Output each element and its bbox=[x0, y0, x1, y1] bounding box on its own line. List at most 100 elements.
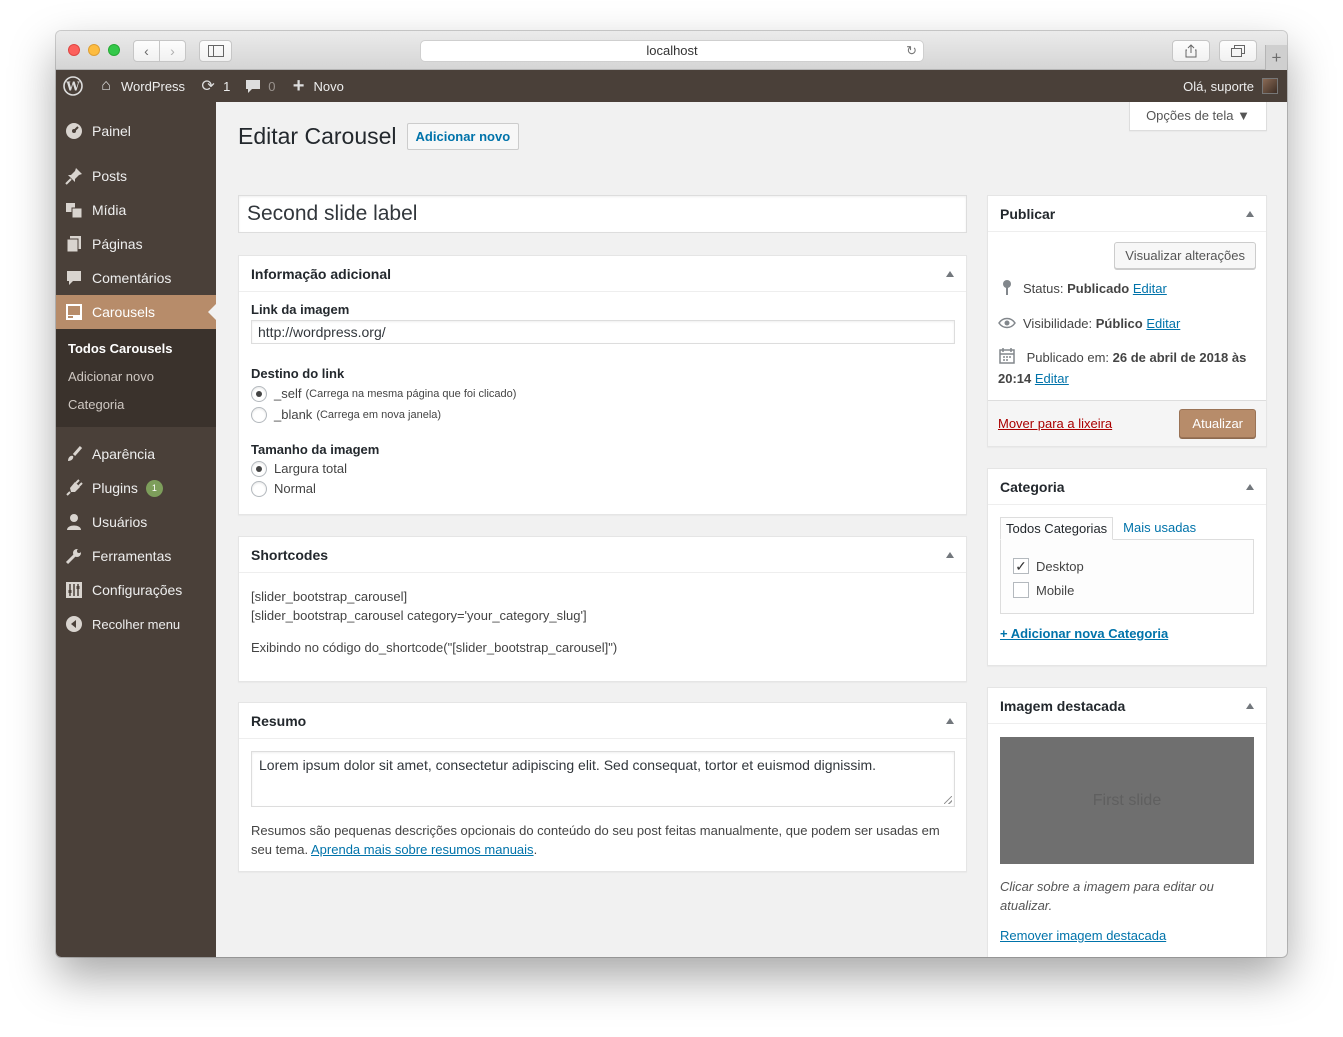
menu-item-aparencia[interactable]: Aparência bbox=[56, 437, 216, 471]
menu-item-paginas[interactable]: Páginas bbox=[56, 227, 216, 261]
minimize-window-button[interactable] bbox=[88, 44, 100, 56]
toggle-arrow-icon[interactable] bbox=[946, 551, 954, 558]
collapse-menu-button[interactable]: Recolher menu bbox=[56, 607, 216, 641]
show-tabs-button[interactable] bbox=[1219, 40, 1257, 62]
visibility-row: Visibilidade: Público Editar bbox=[998, 314, 1256, 334]
menu-item-usuarios[interactable]: Usuários bbox=[56, 505, 216, 539]
excerpt-learn-more-link[interactable]: Aprenda mais sobre resumos manuais bbox=[311, 842, 534, 857]
box-title: Shortcodes bbox=[251, 546, 329, 563]
box-header[interactable]: Categoria bbox=[988, 469, 1266, 505]
category-option-desktop[interactable]: ✓ Desktop bbox=[1013, 554, 1241, 578]
featured-image-thumbnail[interactable]: First slide bbox=[1000, 737, 1254, 864]
target-blank-option[interactable]: _blank (Carrega em nova janela) bbox=[251, 404, 954, 425]
share-button[interactable] bbox=[1172, 40, 1210, 62]
excerpt-textarea[interactable]: Lorem ipsum dolor sit amet, consectetur … bbox=[251, 751, 955, 807]
greeting: Olá, suporte bbox=[1183, 78, 1254, 94]
menu-label: Comentários bbox=[92, 270, 172, 286]
toggle-arrow-icon[interactable] bbox=[946, 717, 954, 724]
box-header[interactable]: Informação adicional bbox=[239, 256, 966, 292]
size-normal-label: Normal bbox=[274, 481, 316, 496]
reload-icon[interactable]: ↻ bbox=[906, 41, 917, 61]
image-link-input[interactable]: http://wordpress.org/ bbox=[251, 320, 955, 344]
category-option-mobile[interactable]: Mobile bbox=[1013, 578, 1241, 602]
toggle-arrow-icon[interactable] bbox=[1246, 483, 1254, 490]
edit-date-link[interactable]: Editar bbox=[1035, 371, 1069, 386]
comments-menu[interactable]: 0 bbox=[237, 70, 282, 102]
main-content: Opções de tela ▼ Editar Carousel Adicion… bbox=[216, 102, 1287, 957]
link-label: Link da imagem bbox=[251, 302, 350, 317]
submenu-item-adicionar[interactable]: Adicionar novo bbox=[56, 363, 216, 391]
radio-blank[interactable] bbox=[251, 406, 267, 423]
svg-text:W: W bbox=[65, 80, 80, 94]
menu-item-plugins[interactable]: Plugins 1 bbox=[56, 471, 216, 505]
settings-icon bbox=[64, 580, 84, 600]
box-header[interactable]: Imagem destacada bbox=[988, 688, 1266, 724]
screen-options-button[interactable]: Opções de tela ▼ bbox=[1129, 102, 1267, 131]
box-header[interactable]: Shortcodes bbox=[239, 537, 966, 573]
address-bar[interactable]: localhost ↻ bbox=[420, 40, 924, 62]
menu-item-painel[interactable]: Painel bbox=[56, 114, 216, 148]
menu-item-carousels[interactable]: Carousels bbox=[56, 295, 216, 329]
wordpress-logo-icon: W bbox=[63, 76, 83, 96]
history-nav: ‹ › bbox=[133, 40, 186, 62]
tab-most-used[interactable]: Mais usadas bbox=[1118, 517, 1201, 540]
edit-visibility-link[interactable]: Editar bbox=[1146, 316, 1180, 331]
move-to-trash-link[interactable]: Mover para a lixeira bbox=[998, 416, 1112, 431]
box-header[interactable]: Publicar bbox=[988, 196, 1266, 232]
edit-status-link[interactable]: Editar bbox=[1133, 281, 1167, 296]
size-full-option[interactable]: Largura total bbox=[251, 458, 954, 479]
submenu-item-todos[interactable]: Todos Carousels bbox=[56, 335, 216, 363]
page-icon bbox=[64, 234, 84, 254]
checkbox-mobile[interactable] bbox=[1013, 582, 1029, 598]
update-button[interactable]: Atualizar bbox=[1179, 409, 1256, 438]
sidebar-toggle-button[interactable] bbox=[199, 40, 232, 62]
forward-icon[interactable]: › bbox=[159, 41, 185, 61]
excerpt-box: Resumo Lorem ipsum dolor sit amet, conse… bbox=[238, 702, 967, 872]
additional-info-box: Informação adicional Link da imagem http… bbox=[238, 255, 967, 515]
submenu-item-categoria[interactable]: Categoria bbox=[56, 391, 216, 419]
menu-item-ferramentas[interactable]: Ferramentas bbox=[56, 539, 216, 573]
menu-item-posts[interactable]: Posts bbox=[56, 159, 216, 193]
radio-self[interactable] bbox=[251, 385, 267, 402]
box-body: Todos Categorias Mais usadas ✓ Desktop M… bbox=[988, 505, 1266, 641]
new-tab-button[interactable]: + bbox=[1265, 45, 1287, 70]
close-window-button[interactable] bbox=[68, 44, 80, 56]
wp-logo-menu[interactable]: W bbox=[56, 70, 90, 102]
remove-featured-image-link[interactable]: Remover imagem destacada bbox=[1000, 928, 1166, 943]
tab-all-categories[interactable]: Todos Categorias bbox=[1000, 517, 1114, 540]
shortcode-line: [slider_bootstrap_carousel category='you… bbox=[251, 608, 587, 623]
my-account-menu[interactable]: Olá, suporte bbox=[1183, 78, 1287, 94]
shortcode-line: [slider_bootstrap_carousel] bbox=[251, 589, 408, 604]
menu-item-comentarios[interactable]: Comentários bbox=[56, 261, 216, 295]
menu-item-midia[interactable]: Mídia bbox=[56, 193, 216, 227]
dashboard-icon bbox=[64, 121, 84, 141]
browser-toolbar: ‹ › localhost ↻ + bbox=[56, 31, 1287, 70]
back-icon[interactable]: ‹ bbox=[134, 41, 159, 61]
plug-icon bbox=[64, 478, 84, 498]
box-title: Informação adicional bbox=[251, 265, 392, 282]
preview-changes-button[interactable]: Visualizar alterações bbox=[1114, 242, 1256, 269]
toggle-arrow-icon[interactable] bbox=[1246, 210, 1254, 217]
target-self-option[interactable]: _self (Carrega na mesma página que foi c… bbox=[251, 383, 954, 404]
add-new-category-link[interactable]: + Adicionar nova Categoria bbox=[1000, 626, 1168, 641]
zoom-window-button[interactable] bbox=[108, 44, 120, 56]
post-title-input[interactable]: Second slide label bbox=[238, 195, 967, 233]
toggle-arrow-icon[interactable] bbox=[946, 270, 954, 277]
size-normal-option[interactable]: Normal bbox=[251, 478, 954, 499]
box-header[interactable]: Resumo bbox=[239, 703, 966, 739]
radio-normal[interactable] bbox=[251, 480, 267, 497]
self-label: _self bbox=[274, 386, 302, 401]
toggle-arrow-icon[interactable] bbox=[1246, 702, 1254, 709]
updates-menu[interactable]: ⟳ 1 bbox=[192, 70, 237, 102]
tabs-icon bbox=[1231, 45, 1245, 57]
add-category-row: + Adicionar nova Categoria bbox=[1000, 626, 1254, 641]
add-new-button[interactable]: Adicionar novo bbox=[406, 123, 520, 150]
checkbox-desktop[interactable]: ✓ bbox=[1013, 558, 1029, 574]
menu-label: Carousels bbox=[92, 304, 156, 320]
menu-item-configuracoes[interactable]: Configurações bbox=[56, 573, 216, 607]
site-name-menu[interactable]: ⌂ WordPress bbox=[90, 70, 192, 102]
new-content-menu[interactable]: + Novo bbox=[283, 70, 351, 102]
radio-full[interactable] bbox=[251, 460, 267, 477]
box-body: [slider_bootstrap_carousel] [slider_boot… bbox=[239, 573, 966, 667]
resize-handle-icon[interactable] bbox=[944, 796, 952, 804]
